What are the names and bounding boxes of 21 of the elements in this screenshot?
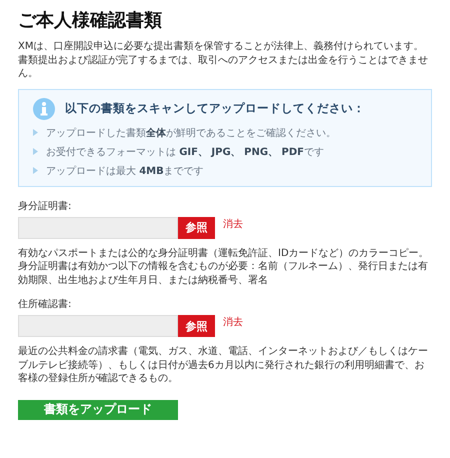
file-path-field[interactable] <box>18 315 178 337</box>
file-path-field[interactable] <box>18 216 178 238</box>
info-icon <box>33 98 55 120</box>
field-label: 住所確認書: <box>18 298 72 311</box>
clear-link[interactable]: 消去 <box>223 315 243 329</box>
intro-text: XMは、口座開設申込に必要な提出書類を保管することが法律上、義務付けられています。書類提出および認証が完了するまでは、取引へのアクセスまたは出金を行うことはできません。 <box>18 40 429 80</box>
notice-heading: 以下の書類をスキャンしてアップロードしてください： <box>65 101 365 116</box>
bullet-icon <box>33 167 38 174</box>
document-description: 有効なパスポートまたは公的な身分証明書（運転免許証、IDカードなど）のカラーコピー。身分証明書は有効かつ以下の情報を含むものが必要：名前（フルネーム）、発行日または有効期限、出生地および生年月日、または納税番号、署名 <box>18 246 430 287</box>
page-title: ご本人様確認書類 <box>18 9 163 32</box>
notice-item-text: お受付できるフォーマットは GIF、 JPG、 PNG、 PDFです <box>46 146 324 158</box>
notice-item-text: アップロードした書類全体が鮮明であることをご確認ください。 <box>46 126 336 140</box>
browse-button[interactable]: 参照 <box>178 216 215 238</box>
clear-link[interactable]: 消去 <box>223 216 243 230</box>
bullet-icon <box>33 148 38 155</box>
upload-button[interactable]: 書類をアップロード <box>18 400 178 420</box>
notice-item-text: アップロードは最大 4MBまでです <box>46 164 204 178</box>
browse-button[interactable]: 参照 <box>178 315 215 337</box>
field-label: 身分証明書: <box>18 200 72 212</box>
document-description: 最近の公共料金の請求書（電気、ガス、水道、電話、インターネットおよび／もしくはケーブルテレビ接続等）、もしくは日付が過去6カ月以内に発行された銀行の利用明細書で、お客様の登録住所が確認できるもの。 <box>18 345 429 386</box>
bullet-icon <box>33 129 38 136</box>
